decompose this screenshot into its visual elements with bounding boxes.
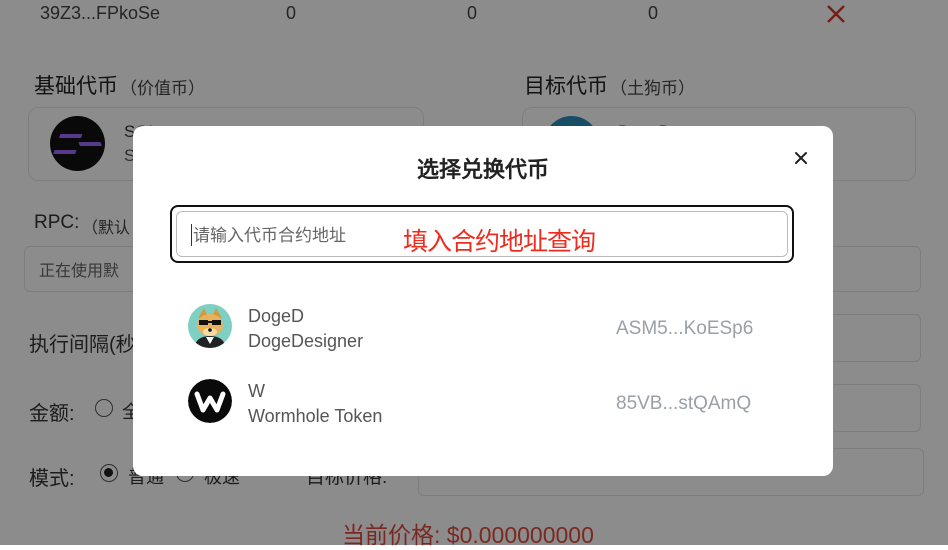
contract-address-input[interactable]: [191, 222, 395, 250]
doge-avatar-icon: [188, 304, 232, 348]
token-list-item[interactable]: W Wormhole Token 85VB...stQAmQ: [188, 379, 788, 429]
token-name: Wormhole Token: [248, 406, 383, 426]
select-token-modal: 选择兑换代币 填入合约地址查询 DogeD: [133, 126, 833, 476]
wormhole-logo-icon: [188, 379, 232, 423]
token-list-item[interactable]: DogeD DogeDesigner ASM5...KoESp6: [188, 304, 788, 354]
contract-search-box[interactable]: 填入合约地址查询: [170, 205, 794, 263]
token-address: 85VB...stQAmQ: [616, 393, 752, 414]
token-address: ASM5...KoESp6: [616, 318, 754, 339]
modal-title: 选择兑换代币: [416, 157, 549, 182]
close-icon[interactable]: [789, 146, 813, 170]
token-name: DogeDesigner: [248, 331, 364, 351]
token-symbol: DogeD: [248, 306, 305, 326]
search-hint-annotation: 填入合约地址查询: [403, 227, 596, 256]
token-symbol: W: [248, 381, 265, 401]
